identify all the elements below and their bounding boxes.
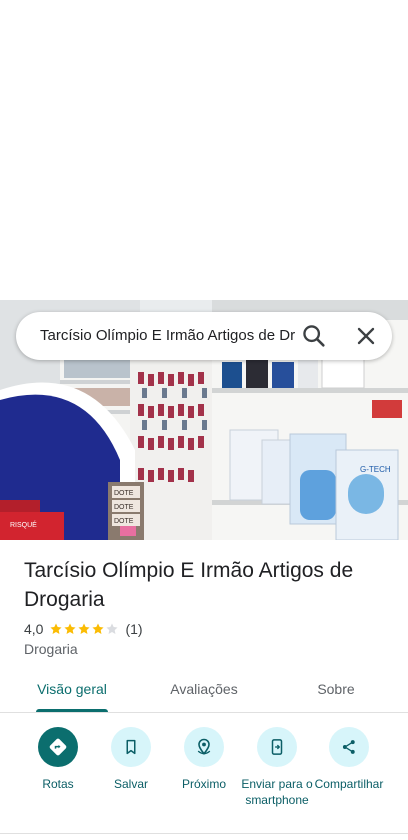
- star-filled-icon: [64, 623, 77, 634]
- photo-sign-dote-3: DOTE: [114, 518, 134, 525]
- nearby-label: Próximo: [181, 777, 226, 791]
- tab-about[interactable]: Sobre: [296, 672, 376, 708]
- save-button-circle[interactable]: [111, 727, 151, 767]
- search-icon[interactable]: [300, 322, 328, 350]
- nearby-button-circle[interactable]: [184, 727, 224, 767]
- share-button[interactable]: Compartilhar: [309, 726, 389, 792]
- send-to-phone-label: Enviar para o smartphone: [241, 777, 313, 807]
- tab-overview[interactable]: Visão geral: [24, 672, 120, 708]
- share-button-circle[interactable]: [329, 727, 369, 767]
- search-bar[interactable]: Tarcísio Olímpio E Irmão Artigos de Dr: [16, 312, 392, 360]
- star-filled-icon: [92, 623, 105, 634]
- photo-sign-risque: RISQUÉ: [10, 520, 37, 529]
- save-label: Salvar: [113, 777, 148, 791]
- nearby-button[interactable]: Próximo: [164, 726, 244, 792]
- bookmark-icon: [126, 739, 136, 755]
- send-to-phone-button-circle[interactable]: [257, 727, 297, 767]
- tabs-divider: [0, 712, 408, 713]
- bottom-divider: [0, 833, 408, 834]
- review-count[interactable]: (1): [125, 621, 142, 637]
- rating-row[interactable]: 4,0 (1): [24, 620, 143, 638]
- share-icon: [342, 740, 355, 754]
- photo-sign-dote-1: DOTE: [114, 490, 134, 497]
- rating-stars: [49, 622, 119, 636]
- directions-button-circle[interactable]: [38, 727, 78, 767]
- search-input[interactable]: Tarcísio Olímpio E Irmão Artigos de Dr: [40, 312, 304, 360]
- send-to-phone-button[interactable]: Enviar para o smartphone: [237, 726, 317, 808]
- directions-label: Rotas: [42, 777, 74, 791]
- star-empty-icon: [106, 623, 119, 634]
- save-button[interactable]: Salvar: [91, 726, 171, 792]
- directions-button[interactable]: Rotas: [18, 726, 98, 792]
- photo-sign-dote-2: DOTE: [114, 504, 134, 511]
- tab-reviews[interactable]: Avaliações: [156, 672, 252, 708]
- star-filled-icon: [50, 623, 63, 634]
- directions-icon: [49, 738, 67, 756]
- close-icon[interactable]: [352, 322, 380, 350]
- place-category[interactable]: Drogaria: [24, 641, 78, 657]
- place-title: Tarcísio Olímpio E Irmão Artigos de Drog…: [24, 559, 354, 611]
- place-tabs: Visão geral Avaliações Sobre: [0, 672, 408, 712]
- share-label: Compartilhar: [314, 777, 384, 791]
- star-filled-icon: [78, 623, 91, 634]
- nearby-icon: [197, 738, 211, 755]
- action-buttons: Rotas Salvar Próximo Enviar para o smart…: [0, 726, 408, 826]
- photo-sign-gtech: G-TECH: [360, 465, 391, 474]
- rating-value: 4,0: [24, 621, 44, 637]
- send-to-phone-icon: [271, 739, 283, 755]
